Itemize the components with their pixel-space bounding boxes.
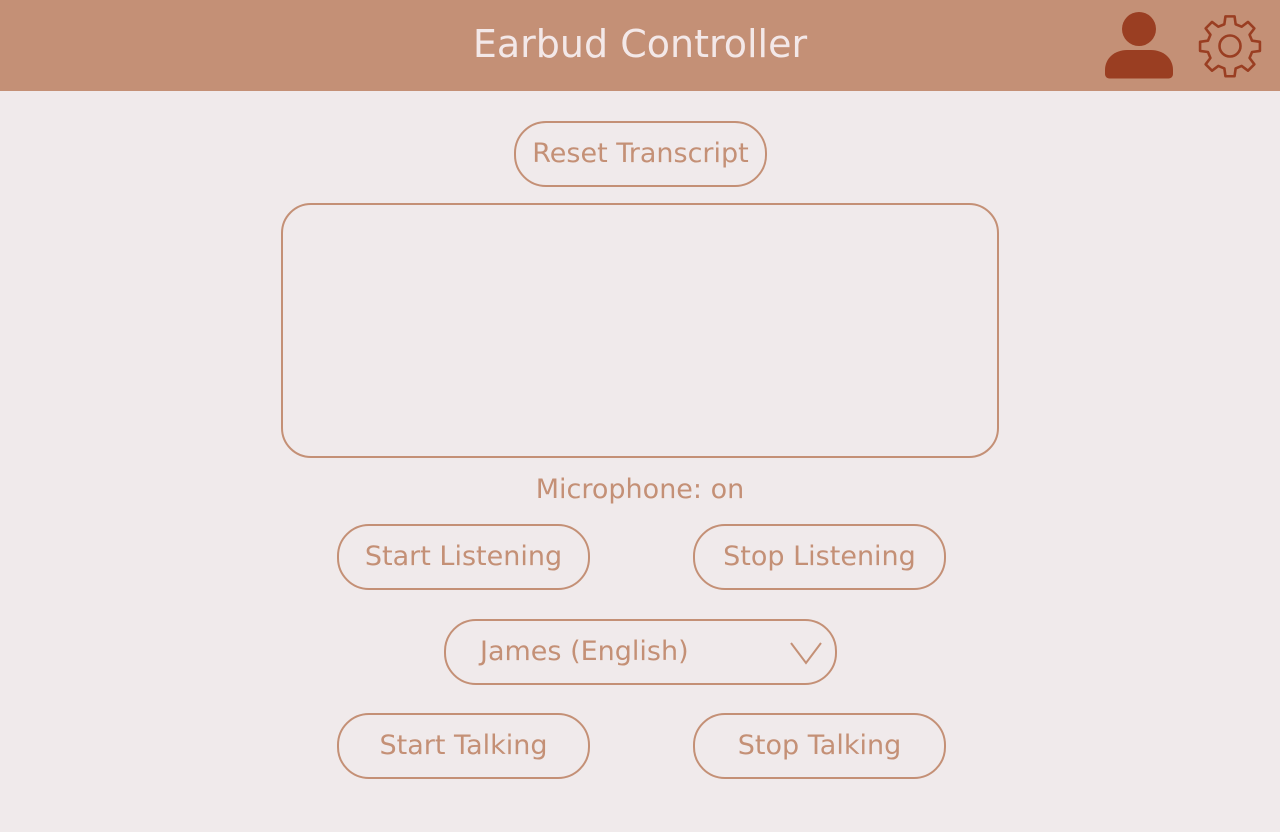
stop-talking-button[interactable]: Stop Talking xyxy=(693,713,946,779)
reset-transcript-button[interactable]: Reset Transcript xyxy=(514,121,767,187)
microphone-status: Microphone: on xyxy=(535,474,745,505)
start-listening-button[interactable]: Start Listening xyxy=(337,524,590,590)
gear-icon xyxy=(1198,15,1262,78)
start-talking-button[interactable]: Start Talking xyxy=(337,713,590,779)
app-title: Earbud Controller xyxy=(472,22,808,66)
profile-button[interactable] xyxy=(1102,8,1176,82)
voice-select-value: James (English) xyxy=(480,636,689,667)
settings-button[interactable] xyxy=(1190,6,1270,86)
voice-select[interactable]: James (English) xyxy=(444,619,837,685)
chevron-down-icon xyxy=(789,640,823,666)
user-icon xyxy=(1105,12,1173,79)
transcript-box[interactable] xyxy=(281,203,999,458)
app-header: Earbud Controller xyxy=(0,0,1280,91)
stop-listening-button[interactable]: Stop Listening xyxy=(693,524,946,590)
